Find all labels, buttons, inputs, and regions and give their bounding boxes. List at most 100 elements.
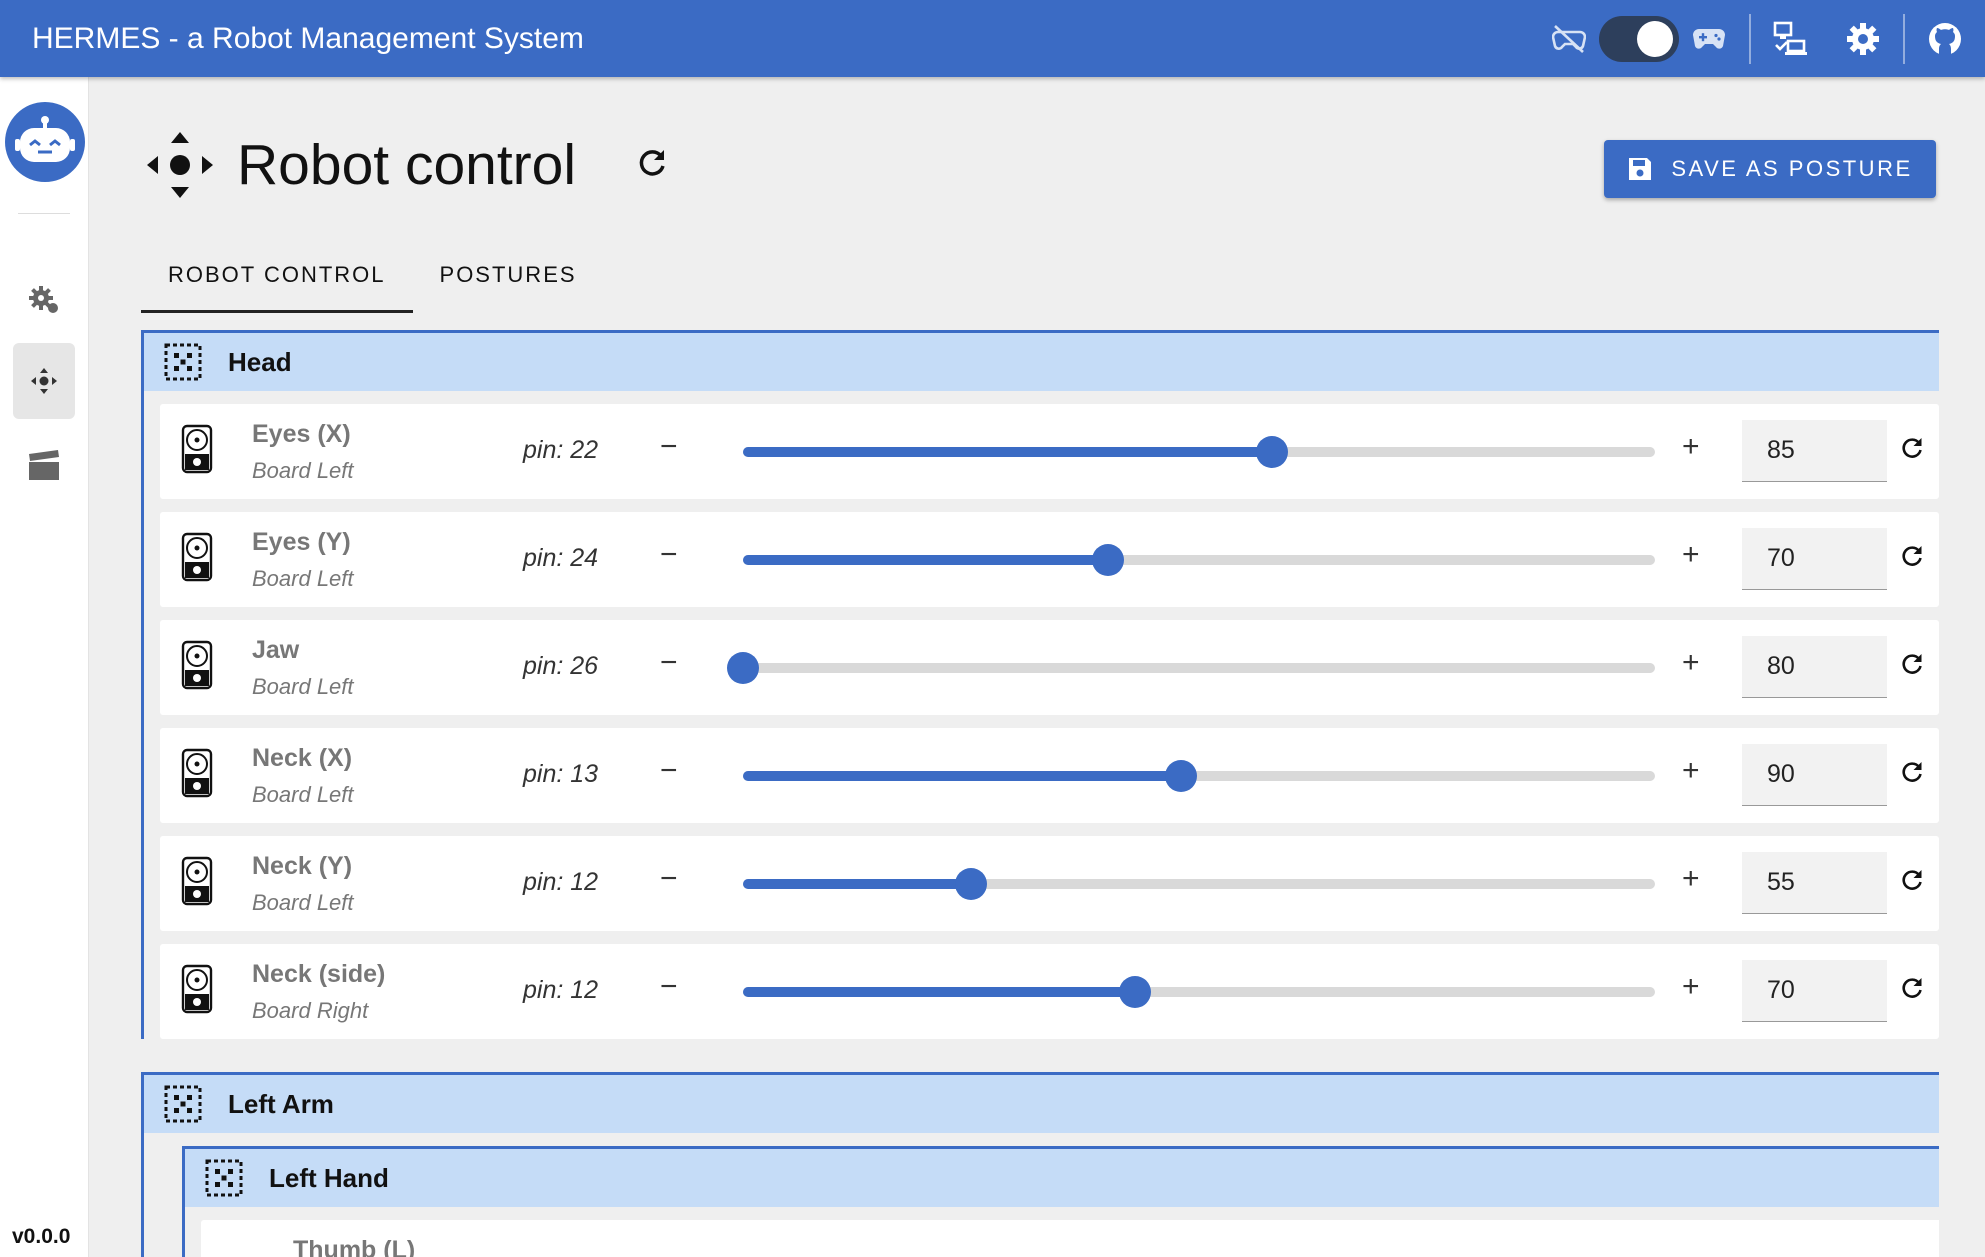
increment-button[interactable]: + [1682,970,1700,1004]
controller-toggle[interactable] [1599,15,1679,62]
servo-pin: pin: 13 [523,760,599,788]
group-header[interactable]: Left Arm [144,1072,1939,1133]
servo-slider[interactable] [743,436,1655,468]
servo-name: Thumb (L) [293,1236,416,1257]
save-as-posture-button[interactable]: SAVE AS POSTURE [1604,140,1936,198]
servo-motor-icon [180,856,214,911]
slider-thumb[interactable] [1119,976,1152,1008]
servo-value-input[interactable]: 80 [1742,636,1887,698]
sidebar-item-settings[interactable] [13,261,75,337]
slider-fill [743,555,1108,565]
tab-bar: ROBOT CONTROL POSTURES [141,252,604,313]
servo-name: Neck (Y) [252,852,353,880]
decrement-button[interactable]: − [660,538,678,572]
servo-name: Eyes (Y) [252,528,351,556]
servo-slider[interactable] [743,868,1655,900]
save-button-label: SAVE AS POSTURE [1671,156,1913,181]
floppy-disk-icon [1629,158,1652,180]
servo-value-input[interactable]: 70 [1742,528,1887,590]
move-arrows-icon [147,132,213,198]
servo-row: Neck (side) Board Right pin: 12 − +70 [160,944,1939,1039]
decrement-button[interactable]: − [660,754,678,788]
servo-motor-icon [180,424,214,479]
servo-board: Board Right [252,998,369,1023]
app-version: v0.0.0 [12,1225,71,1248]
servo-name: Neck (side) [252,960,386,988]
grid-icon [164,1085,202,1123]
reset-icon[interactable] [1900,976,1924,1005]
servo-slider[interactable] [743,544,1655,576]
reset-icon[interactable] [1900,760,1924,789]
sidebar-item-robot-control[interactable] [13,343,75,419]
servo-row: Thumb (L) [201,1220,1939,1257]
servo-slider[interactable] [727,652,1655,684]
servo-board: Board Left [252,566,354,591]
servo-board: Board Left [252,458,354,483]
servo-board: Board Left [252,674,354,699]
servo-name: Jaw [252,636,300,664]
robot-logo-icon[interactable] [5,102,85,182]
slider-thumb[interactable] [955,868,987,900]
servo-value-input[interactable]: 70 [1742,960,1887,1022]
increment-button[interactable]: + [1682,430,1700,464]
servo-name: Eyes (X) [252,420,351,448]
settings-gear-icon[interactable] [1841,17,1885,61]
increment-button[interactable]: + [1682,646,1700,680]
increment-button[interactable]: + [1682,538,1700,572]
page-title: Robot control [237,133,577,197]
gamepad-off-icon[interactable] [1547,17,1591,61]
slider-fill [743,771,1181,781]
servo-row: Eyes (X) Board Left pin: 22 − +85 [160,404,1939,499]
decrement-button[interactable]: − [660,646,678,680]
slider-thumb[interactable] [1164,760,1197,792]
reset-icon[interactable] [1900,868,1924,897]
reset-icon[interactable] [1900,652,1924,681]
slider-thumb[interactable] [727,652,759,684]
group-header[interactable]: Head [144,330,1939,391]
toggle-knob [1637,20,1673,57]
group-header[interactable]: Left Hand [185,1146,1939,1207]
increment-button[interactable]: + [1682,754,1700,788]
refresh-icon[interactable] [636,147,668,184]
move-arrows-icon [31,368,57,394]
servo-board: Board Left [252,782,354,807]
increment-button[interactable]: + [1682,862,1700,896]
app-bar: HERMES - a Robot Management System [0,0,1985,77]
slider-thumb[interactable] [1091,544,1124,576]
servo-slider[interactable] [743,760,1655,792]
decrement-button[interactable]: − [660,430,678,464]
github-icon[interactable] [1923,17,1967,61]
servo-value-input[interactable]: 55 [1742,852,1887,914]
servo-pin: pin: 26 [523,652,599,680]
servo-value-input[interactable]: 90 [1742,744,1887,806]
sidebar: v0.0.0 [0,77,89,1257]
decrement-button[interactable]: − [660,862,678,896]
remote-desktop-icon[interactable] [1769,17,1813,61]
decrement-button[interactable]: − [660,970,678,1004]
servo-group-left-arm: Left Arm Left Hand Thumb (L) [141,1072,1939,1257]
servo-motor-icon [180,748,214,803]
servo-row: Jaw Board Left pin: 26 − +80 [160,620,1939,715]
servo-pin: pin: 22 [523,436,599,464]
servo-motor-icon [180,640,214,695]
servo-group-left-hand: Left Hand Thumb (L) [182,1146,1939,1257]
slider-fill [743,879,971,889]
page-header: Robot control [145,130,668,200]
gears-icon [29,286,58,313]
servo-slider[interactable] [743,976,1655,1008]
tab-postures[interactable]: POSTURES [413,252,604,313]
servo-value-input[interactable]: 85 [1742,420,1887,482]
servo-name: Neck (X) [252,744,353,772]
reset-icon[interactable] [1900,544,1924,573]
reset-icon[interactable] [1900,436,1924,465]
servo-pin: pin: 12 [523,868,599,896]
tab-robot-control[interactable]: ROBOT CONTROL [141,252,413,313]
gamepad-icon[interactable] [1687,17,1731,61]
group-title: Left Hand [269,1162,389,1193]
servo-pin: pin: 24 [523,544,599,572]
sidebar-item-animations[interactable] [13,428,75,504]
servo-row: Neck (Y) Board Left pin: 12 − +55 [160,836,1939,931]
group-title: Left Arm [228,1088,334,1119]
slider-thumb[interactable] [1255,436,1288,468]
servo-pin: pin: 12 [523,976,599,1004]
